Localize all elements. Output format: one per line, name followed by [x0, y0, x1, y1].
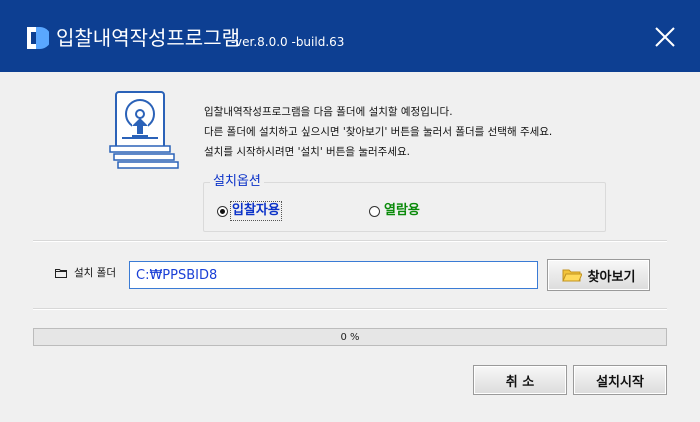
app-version: -ver.8.0.0 -build.63: [231, 35, 345, 49]
folder-icon: [561, 269, 582, 282]
install-progress-bar: 0 %: [33, 328, 667, 346]
divider: [33, 308, 667, 310]
folder-icon: [55, 269, 67, 278]
app-logo-icon: [27, 27, 49, 49]
divider: [33, 240, 667, 242]
title-bar: 입찰내역작성프로그램 -ver.8.0.0 -build.63: [0, 0, 700, 72]
radio-bidder[interactable]: 입찰자용: [217, 201, 282, 221]
start-install-button[interactable]: 설치시작: [573, 365, 667, 395]
radio-viewer-label: 열람용: [384, 203, 420, 218]
radio-bidder-label: 입찰자용: [230, 201, 282, 221]
progress-text: 0 %: [340, 331, 360, 343]
hard-drive-install-icon: [109, 91, 179, 169]
description-line-1: 입찰내역작성프로그램을 다음 폴더에 설치할 예정입니다.: [204, 106, 453, 118]
install-options-legend: 설치옵션: [210, 174, 264, 190]
description-line-2: 다른 폴더에 설치하고 싶으시면 '찾아보기' 버튼을 눌러서 폴더를 선택해 …: [204, 126, 553, 138]
browse-button[interactable]: 찾아보기: [547, 259, 650, 291]
browse-button-label: 찾아보기: [587, 269, 636, 285]
radio-unselected-icon[interactable]: [369, 205, 380, 217]
radio-selected-icon[interactable]: [217, 205, 228, 217]
install-folder-label: 설치 폴더: [74, 267, 116, 279]
cancel-button[interactable]: 취 소: [473, 365, 567, 395]
radio-viewer[interactable]: 열람용: [369, 203, 420, 219]
install-path-input[interactable]: [129, 261, 538, 289]
close-icon[interactable]: [648, 20, 682, 54]
app-title: 입찰내역작성프로그램: [56, 26, 240, 50]
description-line-3: 설치를 시작하시려면 '설치' 버튼을 눌러주세요.: [204, 146, 411, 158]
